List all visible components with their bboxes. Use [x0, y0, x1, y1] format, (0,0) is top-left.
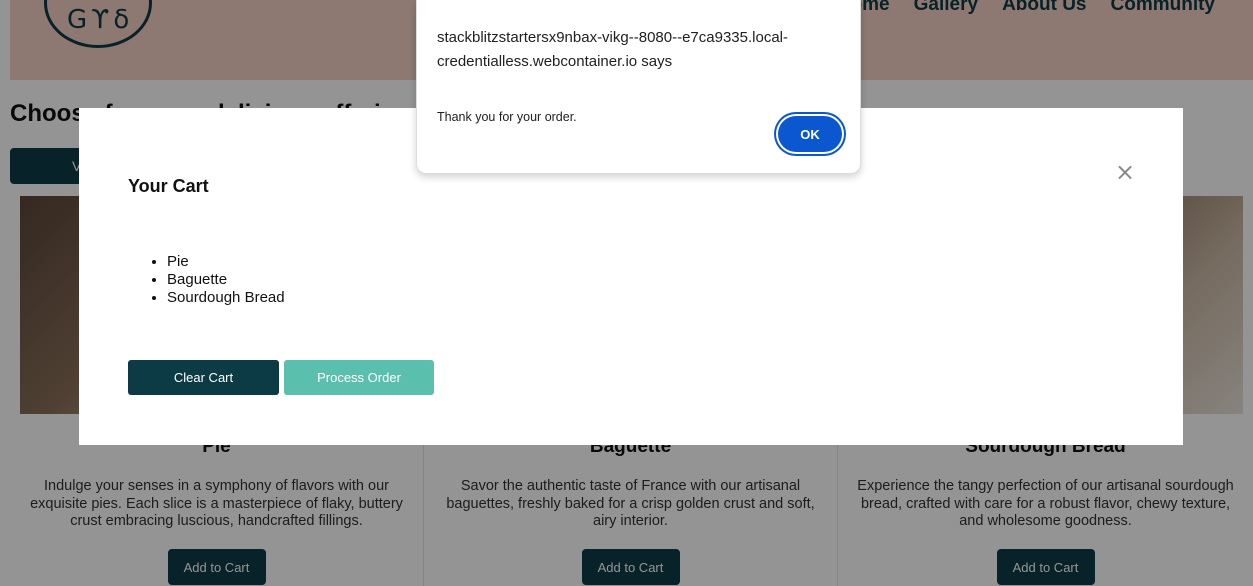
cart-modal-title: Your Cart	[128, 176, 209, 196]
cart-item: Pie	[167, 253, 285, 271]
process-order-button[interactable]: Process Order	[284, 360, 434, 395]
cart-items-list: Pie Baguette Sourdough Bread	[147, 253, 285, 307]
alert-origin-text: stackblitzstartersx9nbax-vikg--8080--e7c…	[437, 29, 788, 70]
close-icon[interactable]: ×	[1115, 160, 1135, 184]
cart-item: Baguette	[167, 271, 285, 289]
cart-item: Sourdough Bread	[167, 289, 285, 307]
alert-message: Thank you for your order.	[437, 110, 577, 124]
browser-alert-dialog: stackblitzstartersx9nbax-vikg--8080--e7c…	[416, 0, 861, 174]
alert-ok-button[interactable]: OK	[778, 116, 842, 152]
clear-cart-button[interactable]: Clear Cart	[128, 360, 279, 395]
